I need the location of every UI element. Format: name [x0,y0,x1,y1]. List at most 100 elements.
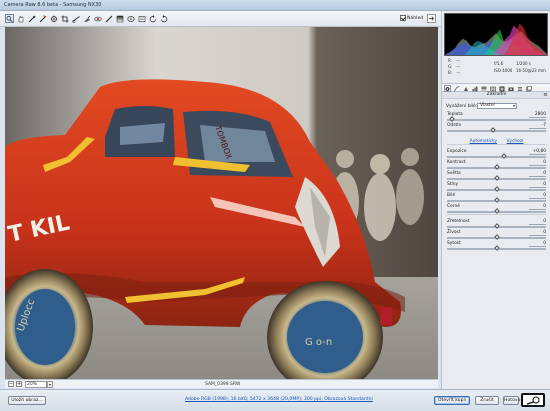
b-label: B: [448,70,453,75]
lens-corrections-icon[interactable] [489,85,496,92]
spot-removal-icon[interactable] [82,14,91,23]
slider-label: Bílé [447,193,456,198]
zoom-in-button[interactable]: + [16,381,22,387]
slider-value-field[interactable]: 0 [529,230,546,236]
slider-shadows[interactable]: Stíny 0 [447,182,547,193]
rgb-readout: R: --- G: --- B: --- f/5,6 1/200 s ISO 4… [444,57,548,76]
red-eye-icon[interactable] [93,14,102,23]
effects-icon[interactable] [498,85,505,92]
slider-vibrance[interactable]: Živost 0 [447,230,547,241]
slider-clarity[interactable]: Zřetelnost 0 [447,219,547,230]
g-value: --- [456,64,461,69]
slider-label: Odstín [447,123,462,128]
slider-value-field[interactable]: 0 [529,182,546,188]
photo-toy-car: T KIL TOMBOX Uplocc G o-n [5,27,438,379]
slider-highlights[interactable]: Světla 0 [447,171,547,182]
checkbox-icon[interactable] [400,15,406,21]
shutter-value: 1/200 s [516,61,531,66]
camera-calibration-icon[interactable] [507,85,514,92]
done-button[interactable]: Hotovo [503,396,520,405]
slider-exposure[interactable]: Expozice +0,80 [447,149,547,160]
wb-label: Vyvážení bílé: [446,104,478,109]
slider-label: Teplota [447,112,463,117]
slider-temp[interactable]: Teplota 2800 [447,112,547,123]
cancel-button[interactable]: Zrušit [475,396,499,405]
slider-value-field[interactable]: -7 [529,123,546,129]
b-value: --- [456,70,461,75]
color-sampler-icon[interactable] [38,14,47,23]
r-value: --- [456,58,461,63]
slider-label: Kontrast [447,160,466,165]
panel-title: Základní [486,92,507,97]
zoom-level-field[interactable]: 20% [25,381,47,388]
slider-value-field[interactable]: 0 [529,193,546,199]
radial-filter-icon[interactable] [126,14,135,23]
side-panel: R: --- G: --- B: --- f/5,6 1/200 s ISO 4… [441,11,550,389]
histogram [444,13,548,56]
white-balance-row: Vyvážení bílé: Vlastní [446,102,548,110]
hsl-icon[interactable] [471,85,478,92]
open-copy-button[interactable]: Otevřít kopii [434,396,470,405]
slider-tint[interactable]: Odstín -7 [447,123,547,134]
lens-value: 16-50@23 mm [516,68,546,73]
slider-track[interactable] [447,156,546,158]
wb-select[interactable]: Vlastní [477,103,517,109]
save-image-button[interactable]: Uložit obraz... [8,396,46,405]
rotate-cw-icon[interactable] [159,14,168,23]
slider-value-field[interactable]: 0 [529,204,546,210]
slider-value-field[interactable]: 2800 [529,112,546,118]
panel-divider [447,214,547,215]
slider-whites[interactable]: Bílé 0 [447,193,547,204]
split-toning-icon[interactable] [480,85,487,92]
slider-saturation[interactable]: Sytost 0 [447,241,547,252]
preferences-icon[interactable] [137,14,146,23]
fullscreen-icon[interactable] [427,14,436,23]
targeted-adjustment-icon[interactable] [49,14,58,23]
zoom-tool-icon[interactable] [5,14,14,23]
panel-header: Základní ≡ [442,92,550,99]
slider-track[interactable] [447,119,546,121]
rotate-ccw-icon[interactable] [148,14,157,23]
panel-tabs [442,83,550,92]
slider-value-field[interactable]: 0 [529,241,546,247]
slider-value-field[interactable]: 0 [529,171,546,177]
basic-icon[interactable] [444,85,451,92]
aperture-value: f/5,6 [494,61,504,66]
image-filename: SAM_0399.SRW [205,381,241,387]
preview-label: Náhled [407,15,424,21]
hand-tool-icon[interactable] [16,14,25,23]
snapshots-icon[interactable] [525,85,532,92]
crop-tool-icon[interactable] [60,14,69,23]
zoom-out-button[interactable]: − [8,381,14,387]
slider-label: Živost [447,230,461,235]
slider-label: Expozice [447,149,467,154]
magnifier-icon [526,396,540,405]
slider-value-field[interactable]: +0,80 [529,149,546,155]
slider-value-field[interactable]: 0 [529,219,546,225]
slider-label: Zřetelnost [447,219,470,224]
help-button[interactable] [521,393,545,407]
svg-text:G o-n: G o-n [305,337,332,348]
title-bar: Camera Raw 8.6 beta - Samsung NX30 [0,0,550,11]
slider-track[interactable] [447,130,546,132]
white-balance-tool-icon[interactable] [27,14,36,23]
zoom-dropdown[interactable]: ▾ [47,381,53,388]
preview-checkbox[interactable]: Náhled [400,15,423,21]
default-link[interactable]: Výchozí [507,139,524,144]
workflow-options-link[interactable]: Adobe RGB (1998); 16 bitů; 5472 x 3648 (… [185,397,373,402]
iso-value: ISO 4000 [494,68,513,73]
panel-menu-icon[interactable]: ≡ [543,93,548,98]
auto-link[interactable]: Automaticky [470,139,498,144]
slider-contrast[interactable]: Kontrast 0 [447,160,547,171]
adjustment-brush-icon[interactable] [104,14,113,23]
auto-default-links: Automaticky Výchozí [442,139,550,146]
straighten-tool-icon[interactable] [71,14,80,23]
slider-label: Černé [447,204,460,209]
tone-curve-icon[interactable] [453,85,460,92]
graduated-filter-icon[interactable] [115,14,124,23]
image-preview[interactable]: T KIL TOMBOX Uplocc G o-n [5,27,438,379]
presets-icon[interactable] [516,85,523,92]
detail-icon[interactable] [462,85,469,92]
slider-value-field[interactable]: 0 [529,160,546,166]
slider-label: Stíny [447,182,459,187]
